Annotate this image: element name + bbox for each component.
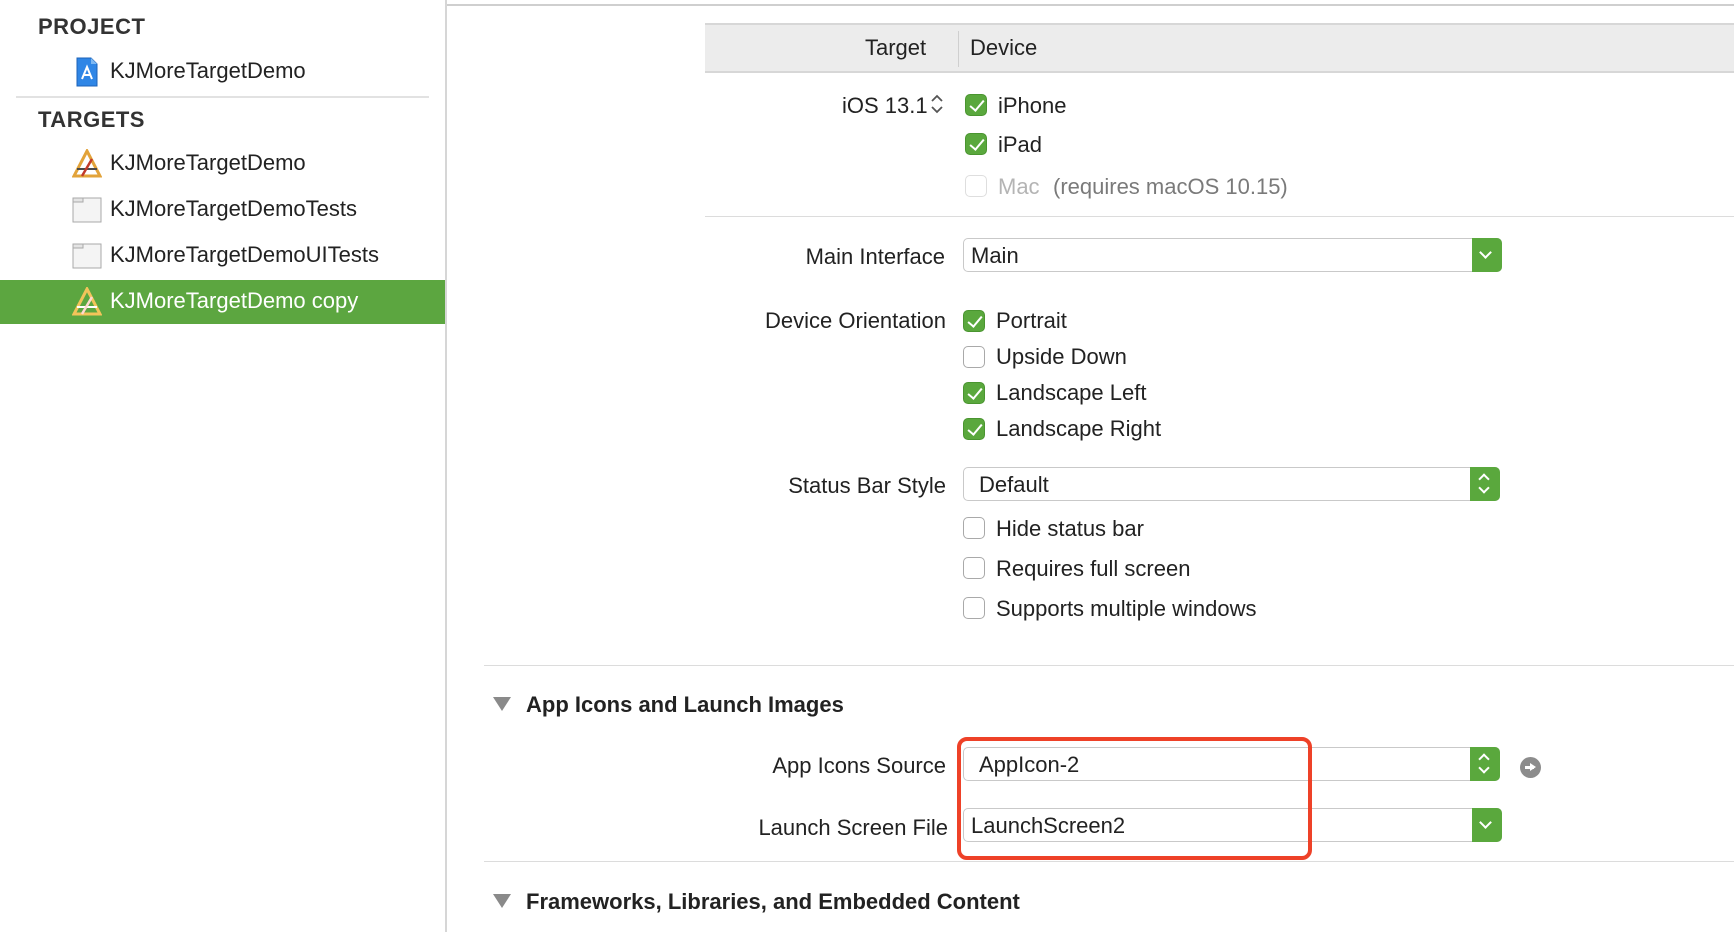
mac-checkbox xyxy=(965,175,987,197)
section-divider xyxy=(705,216,1734,217)
app-icons-source-popup-button[interactable] xyxy=(1470,747,1500,781)
chevron-down-icon xyxy=(1479,246,1492,259)
main-interface-combobox[interactable]: Main xyxy=(963,238,1502,272)
landscape-left-checkbox[interactable] xyxy=(963,382,985,404)
mac-requirement-note: (requires macOS 10.15) xyxy=(1053,174,1288,199)
sidebar-item-label: KJMoreTargetDemoUITests xyxy=(110,242,379,267)
portrait-label: Portrait xyxy=(996,308,1067,333)
status-bar-style-popup-button[interactable] xyxy=(1470,467,1500,501)
section-divider xyxy=(484,665,1734,666)
sidebar-item-target[interactable]: KJMoreTargetDemo xyxy=(0,142,445,186)
frameworks-section-title[interactable]: Frameworks, Libraries, and Embedded Cont… xyxy=(526,889,1020,915)
iphone-checkbox[interactable] xyxy=(965,94,987,116)
status-bar-style-value: Default xyxy=(979,472,1049,497)
sidebar-item-label: KJMoreTargetDemoTests xyxy=(110,196,357,221)
app-icons-source-label: App Icons Source xyxy=(772,753,946,778)
sidebar-item-project[interactable]: KJMoreTargetDemo xyxy=(0,50,445,94)
disclosure-triangle-icon[interactable] xyxy=(493,697,511,711)
go-to-asset-arrow-icon[interactable] xyxy=(1520,757,1541,778)
ios-version-value: iOS 13.1 xyxy=(842,93,928,118)
supports-multiple-windows-checkbox[interactable] xyxy=(963,597,985,619)
status-bar-style-popup[interactable]: Default xyxy=(963,467,1500,501)
app-icons-section-title[interactable]: App Icons and Launch Images xyxy=(526,692,844,718)
status-bar-style-label: Status Bar Style xyxy=(788,473,946,498)
iphone-label: iPhone xyxy=(998,93,1067,118)
main-interface-dropdown-button[interactable] xyxy=(1472,238,1502,272)
disclosure-triangle-icon[interactable] xyxy=(493,894,511,908)
launch-screen-dropdown-button[interactable] xyxy=(1472,808,1502,842)
hide-status-bar-label: Hide status bar xyxy=(996,516,1144,541)
upside-down-checkbox[interactable] xyxy=(963,346,985,368)
chevron-down-icon xyxy=(1478,762,1490,774)
section-divider xyxy=(484,861,1734,862)
landscape-left-label: Landscape Left xyxy=(996,380,1147,405)
chevron-down-icon xyxy=(1478,482,1490,494)
landscape-right-label: Landscape Right xyxy=(996,416,1162,441)
project-file-icon xyxy=(76,57,98,87)
column-header-target: Target xyxy=(865,35,927,60)
landscape-right-checkbox[interactable] xyxy=(963,418,985,440)
project-navigator-sidebar: PROJECT KJMoreTargetDemo TARGETS KJMoreT… xyxy=(0,0,447,932)
requires-full-screen-label: Requires full screen xyxy=(996,556,1191,581)
sidebar-divider xyxy=(16,96,429,98)
launch-screen-file-label: Launch Screen File xyxy=(758,815,948,840)
hide-status-bar-checkbox[interactable] xyxy=(963,517,985,539)
sidebar-item-uitests-target[interactable]: KJMoreTargetDemoUITests xyxy=(0,234,445,278)
mac-label: Mac xyxy=(998,174,1040,199)
app-target-icon xyxy=(72,287,102,316)
project-heading: PROJECT xyxy=(38,14,146,39)
deployment-table-header: Target Device xyxy=(705,23,1734,73)
requires-full-screen-checkbox[interactable] xyxy=(963,557,985,579)
sidebar-item-tests-target[interactable]: KJMoreTargetDemoTests xyxy=(0,188,445,232)
sidebar-item-label: KJMoreTargetDemo copy xyxy=(110,288,359,313)
ipad-checkbox[interactable] xyxy=(965,133,987,155)
highlight-annotation-box xyxy=(957,737,1312,860)
sidebar-item-label: KJMoreTargetDemo xyxy=(110,150,306,175)
test-bundle-icon xyxy=(72,197,102,223)
version-stepper-icon[interactable] xyxy=(930,93,944,115)
targets-heading: TARGETS xyxy=(38,107,145,132)
ipad-label: iPad xyxy=(998,132,1043,157)
device-orientation-label: Device Orientation xyxy=(765,308,946,333)
upside-down-label: Upside Down xyxy=(996,344,1127,369)
column-header-device: Device xyxy=(970,35,1038,60)
column-separator xyxy=(958,31,959,67)
sidebar-item-target-copy[interactable]: KJMoreTargetDemo copy xyxy=(0,280,445,324)
test-bundle-icon xyxy=(72,243,102,269)
app-target-icon xyxy=(72,149,102,178)
main-interface-value: Main xyxy=(971,243,1019,268)
supports-multiple-windows-label: Supports multiple windows xyxy=(996,596,1257,621)
main-interface-label: Main Interface xyxy=(805,244,945,269)
chevron-down-icon xyxy=(1479,816,1492,829)
portrait-checkbox[interactable] xyxy=(963,310,985,332)
sidebar-item-label: KJMoreTargetDemo xyxy=(110,58,306,83)
